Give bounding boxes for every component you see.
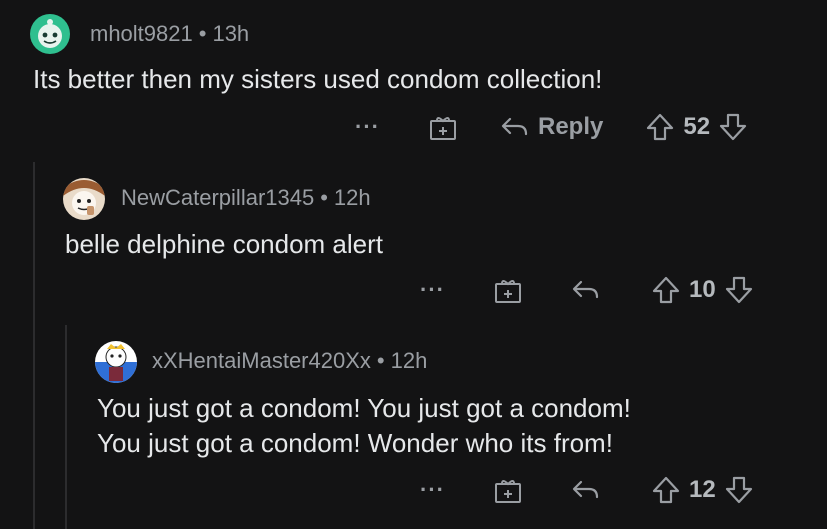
reply-arrow-icon[interactable] [571,478,601,502]
thread-line-1[interactable] [33,162,35,529]
avatar[interactable] [30,14,70,54]
action-bar: ··· 12 [420,473,754,507]
separator-dot: • [376,348,385,373]
timestamp: 13h [212,21,250,46]
award-icon[interactable] [428,113,458,141]
action-bar: ··· Reply 52 [355,110,748,144]
comment-line: You just got a condom! Wonder who its fr… [97,428,613,458]
comment-line: belle delphine condom alert [65,229,383,259]
avatar[interactable] [63,178,105,220]
comment-line: You just got a condom! You just got a co… [97,393,631,423]
downvote-icon[interactable] [724,475,754,505]
comment-body: belle delphine condom alert [65,227,383,262]
vote-count: 10 [688,276,716,303]
thread-line-2[interactable] [65,325,67,529]
comment-meta: mholt9821 • 13h [90,21,249,47]
downvote-icon[interactable] [724,275,754,305]
vote-count: 12 [688,476,716,503]
reply-arrow-icon[interactable] [571,278,601,302]
reply-arrow-icon[interactable] [500,115,530,139]
upvote-icon[interactable] [645,112,675,142]
upvote-icon[interactable] [651,475,681,505]
username[interactable]: mholt9821 [90,21,193,46]
timestamp: 12h [333,185,371,210]
award-icon[interactable] [493,276,523,304]
action-bar: ··· 10 [420,273,754,307]
avatar[interactable] [95,341,137,383]
username[interactable]: NewCaterpillar1345 [121,185,314,210]
timestamp: 12h [390,348,428,373]
downvote-icon[interactable] [718,112,748,142]
vote-count: 52 [683,113,711,140]
upvote-icon[interactable] [651,275,681,305]
reply-button[interactable]: Reply [538,113,603,141]
comment-body: Its better then my sisters used condom c… [33,62,602,97]
comment-line: Its better then my sisters used condom c… [33,64,603,94]
comment-meta: xXHentaiMaster420Xx • 12h [152,348,427,374]
separator-dot: • [198,21,207,46]
award-icon[interactable] [493,476,523,504]
comment-meta: NewCaterpillar1345 • 12h [121,185,371,211]
username[interactable]: xXHentaiMaster420Xx [152,348,371,373]
more-options-button[interactable]: ··· [420,277,445,303]
more-options-button[interactable]: ··· [420,477,445,503]
more-options-button[interactable]: ··· [355,114,380,140]
comment-body: You just got a condom! You just got a co… [97,391,631,461]
separator-dot: • [320,185,328,210]
